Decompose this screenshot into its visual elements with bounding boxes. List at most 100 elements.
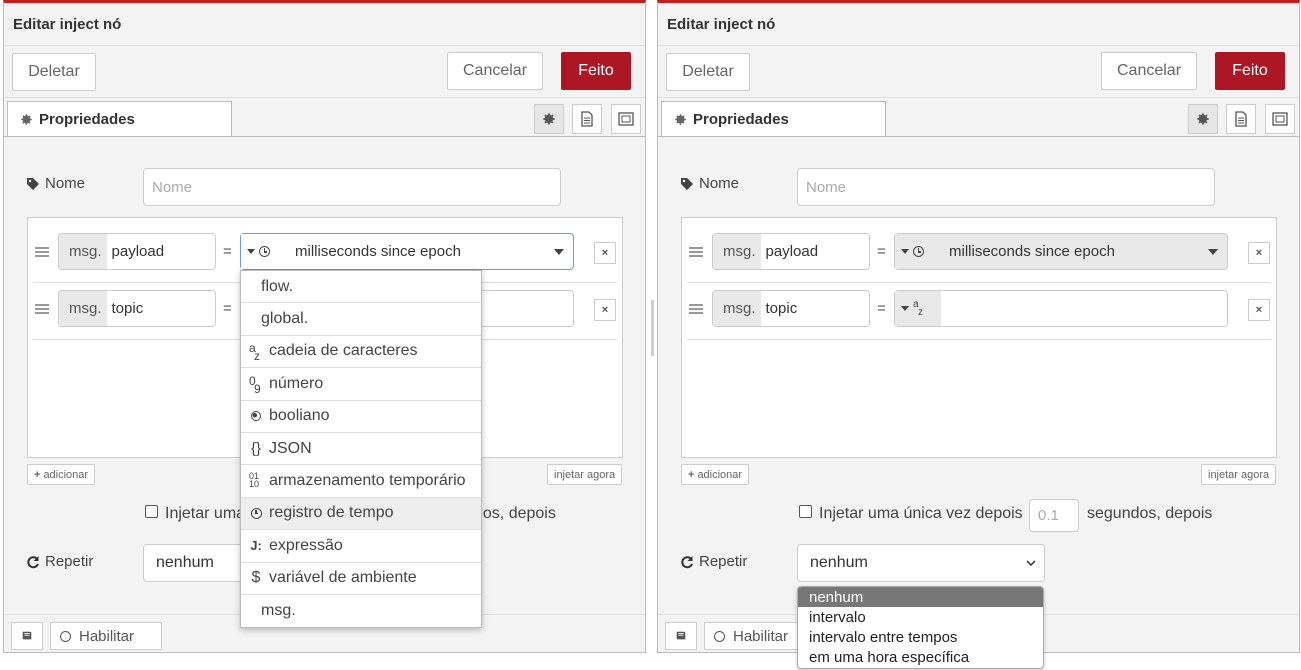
delete-button[interactable]: Deletar [12,53,96,91]
row-divider [687,282,1271,283]
msg-prefix: msg. [713,291,761,326]
az-z: z [254,349,260,364]
value-type-input-payload[interactable]: milliseconds since epoch [240,233,574,270]
cancel-button[interactable]: Cancelar [1101,52,1197,90]
repeat-option-specific-time[interactable]: em uma hora específica [798,648,1043,668]
tab-properties[interactable]: Propriedades [7,101,232,137]
option-label: número [269,374,324,392]
tab-label: Propriedades [39,111,135,128]
document-icon [1235,111,1247,127]
type-option-global[interactable]: global. [241,303,481,336]
option-label: booliano [269,407,330,425]
repeat-option-interval[interactable]: intervalo [798,607,1043,627]
type-option-env[interactable]: $ variável de ambiente [241,563,481,595]
remove-row-button[interactable]: × [1248,242,1270,264]
plus-icon: + [688,468,695,481]
type-option-flow[interactable]: flow. [241,271,481,304]
option-label: flow. [261,277,294,295]
type-option-timestamp[interactable]: registro de tempo [241,497,481,531]
property-field-topic[interactable]: msg. topic [58,290,216,327]
property-field-topic[interactable]: msg. topic [712,290,870,327]
add-button[interactable]: + adicionar [27,464,96,485]
name-input[interactable]: Nome [143,168,561,206]
num-9: 9 [254,381,261,396]
enable-toggle[interactable]: Habilitar [50,622,162,650]
option-label: msg. [261,602,296,620]
inject-now-button[interactable]: injetar agora [1201,464,1277,485]
property-field-payload[interactable]: msg. payload [58,233,216,270]
property-field-payload[interactable]: msg. payload [712,233,870,270]
repeat-label-text: Repetir [45,553,94,570]
remove-row-button[interactable]: × [594,299,616,321]
repeat-option-interval-between[interactable]: intervalo entre tempos [798,627,1043,647]
name-label-text: Nome [699,175,740,192]
repeat-select-value: nenhum [810,554,868,571]
tab-underline [658,136,1299,137]
caret-down-icon[interactable] [554,248,564,255]
settings-tab-button[interactable] [1188,104,1218,134]
type-option-buffer[interactable]: 01 10 armazenamento temporário [241,465,481,498]
description-tab-button[interactable] [1226,104,1256,134]
name-input[interactable]: Nome [797,168,1215,206]
caret-down-icon [901,306,909,311]
appearance-tab-button[interactable] [1265,104,1295,134]
value-type-input-topic[interactable]: az [894,290,1228,327]
add-button-label: adicionar [697,468,743,481]
repeat-options-list: nenhum intervalo intervalo entre tempos … [797,586,1044,669]
name-label: Nome [680,175,739,192]
string-az-icon: az [913,299,925,318]
value-text: milliseconds since epoch [295,243,461,260]
type-option-number[interactable]: 09 número [241,368,481,401]
equals-sign: = [877,243,886,260]
appearance-tab-button[interactable] [611,104,641,134]
repeat-option-none[interactable]: nenhum [798,587,1043,608]
type-dropdown-button[interactable] [241,234,287,269]
drag-handle-icon[interactable] [689,302,703,316]
option-label: cadeia de caracteres [269,342,418,360]
remove-row-button[interactable]: × [1248,299,1270,321]
done-button[interactable]: Feito [1215,52,1285,90]
gear-icon [543,113,555,125]
settings-tab-button[interactable] [534,104,564,134]
done-button[interactable]: Feito [561,52,631,90]
type-option-expression[interactable]: J: expressão [241,530,481,563]
repeat-select[interactable]: nenhum [143,544,253,582]
add-button[interactable]: + adicionar [681,464,750,485]
inject-once-seconds-input[interactable]: 0.1 [1029,499,1079,532]
equals-sign: = [223,300,232,317]
repeat-label: Repetir [26,553,93,570]
delete-button[interactable]: Deletar [666,53,750,91]
type-dropdown-button[interactable]: az [895,291,941,326]
help-book-button[interactable] [11,622,43,650]
splitter[interactable] [651,300,654,356]
cancel-button[interactable]: Cancelar [447,52,543,90]
description-tab-button[interactable] [572,104,602,134]
option-label: JSON [269,439,312,457]
type-option-string[interactable]: az cadeia de caracteres [241,336,481,369]
repeat-select[interactable]: nenhum [797,544,1045,582]
equals-sign: = [877,300,886,317]
remove-row-button[interactable]: × [594,242,616,264]
option-label: global. [261,310,309,328]
clock-icon [249,507,263,519]
type-option-boolean[interactable]: booliano [241,401,481,433]
add-button-label: adicionar [43,468,89,481]
drag-handle-icon[interactable] [35,245,49,259]
help-book-button[interactable] [665,622,697,650]
caret-down-icon[interactable] [1208,248,1218,255]
panel-title: Editar inject nó [13,16,122,33]
inject-now-button[interactable]: injetar agora [547,464,623,485]
az-z: z [918,306,923,318]
option-label: variável de ambiente [269,569,417,587]
tab-properties[interactable]: Propriedades [661,101,886,137]
type-option-msg[interactable]: msg. [241,595,481,627]
inject-once-checkbox[interactable] [799,505,812,518]
value-type-input-payload[interactable]: milliseconds since epoch [894,233,1228,270]
type-option-json[interactable]: {} JSON [241,433,481,466]
drag-handle-icon[interactable] [689,245,703,259]
inject-once-checkbox[interactable] [145,505,158,518]
drag-handle-icon[interactable] [35,302,49,316]
equals-sign: = [223,243,232,260]
edit-panel-right: Editar inject nó Deletar Cancelar Feito … [657,0,1300,653]
type-dropdown-button[interactable] [895,234,941,269]
